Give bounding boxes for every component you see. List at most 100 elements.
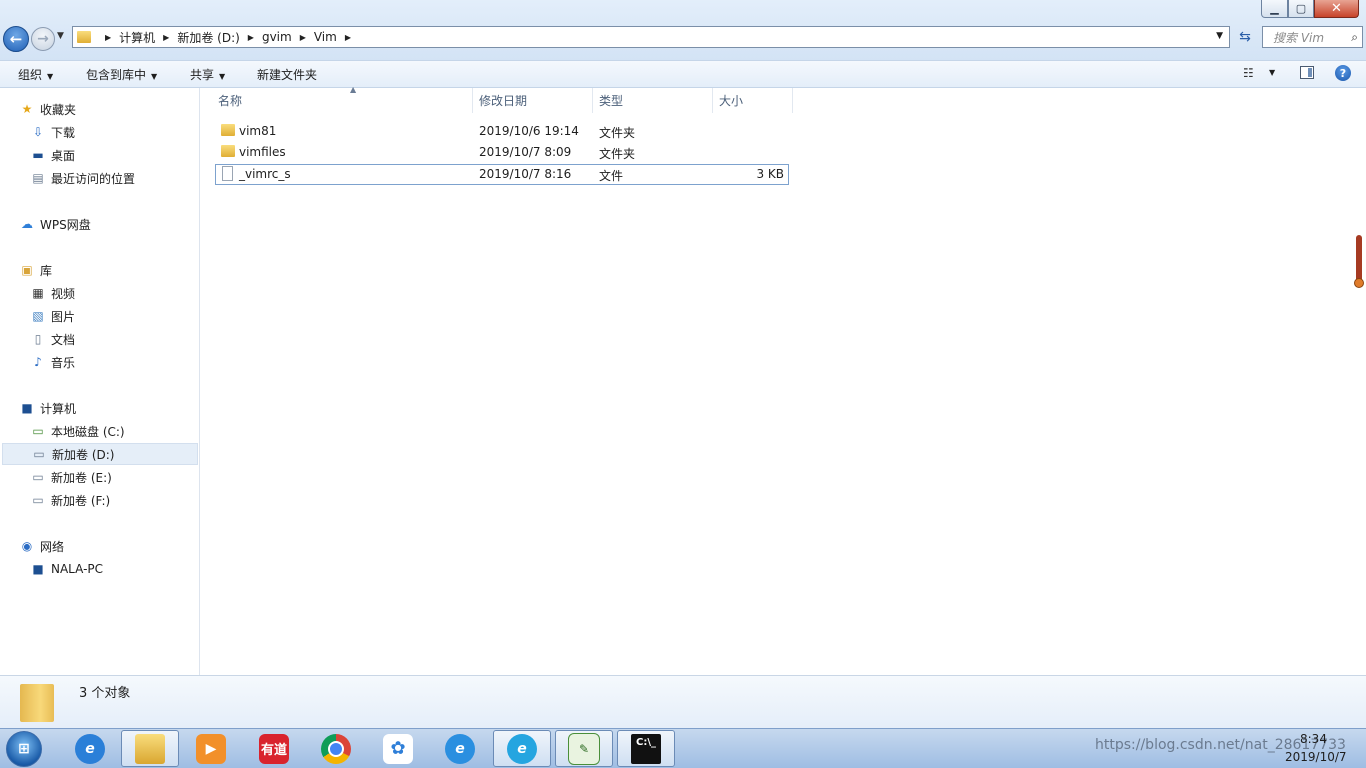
address-bar[interactable]: ▶ 计算机 ▶ 新加卷 (D:) ▶ gvim ▶ Vim ▶ ▼ [72, 26, 1230, 48]
chevron-right-icon[interactable]: ▶ [248, 33, 254, 42]
computer-icon: ■ [32, 562, 44, 576]
youdao-label: 有道 [260, 743, 287, 758]
organize-label: 组织 [18, 68, 43, 82]
file-row[interactable]: _vimrc_s 2019/10/7 8:16 文件 3 KB [215, 164, 789, 185]
nav-music[interactable]: ♪ 音乐 [30, 351, 75, 373]
star-icon: ★ [21, 102, 33, 116]
nav-label: 音乐 [51, 355, 76, 370]
chevron-down-icon[interactable]: ▼ [1269, 68, 1275, 77]
nav-drive-f[interactable]: ▭ 新加卷 (F:) [30, 489, 110, 511]
nav-computer[interactable]: ■ 计算机 [19, 397, 76, 419]
refresh-icon: ⇆ [1239, 29, 1251, 45]
search-input[interactable]: 搜索 Vim ⌕ [1262, 26, 1363, 48]
taskbar-media-player[interactable]: ▶ [182, 730, 240, 767]
breadcrumb-drive-d[interactable]: 新加卷 (D:) [177, 29, 239, 46]
nav-label: 新加卷 (E:) [51, 470, 112, 485]
search-icon[interactable]: ⌕ [1351, 30, 1358, 45]
nav-documents[interactable]: ▯ 文档 [30, 328, 75, 350]
share-label: 共享 [190, 68, 215, 82]
view-options-icon[interactable]: ☷ [1243, 66, 1254, 80]
taskbar-gvim[interactable]: ✎ [555, 730, 613, 767]
taskbar-youdao[interactable]: 有道 [245, 730, 303, 767]
nav-drive-e[interactable]: ▭ 新加卷 (E:) [30, 466, 112, 488]
file-type: 文件夹 [599, 126, 636, 140]
nav-recent-places[interactable]: ▤ 最近访问的位置 [30, 167, 135, 189]
address-history-dropdown[interactable]: ▼ [1216, 31, 1223, 41]
column-size[interactable]: 大小 [713, 88, 793, 113]
folder-icon [77, 31, 91, 43]
new-folder-button[interactable]: 新建文件夹 [257, 66, 317, 83]
taskbar-browser[interactable]: e [493, 730, 551, 767]
taskbar-baidu-netdisk[interactable]: ✿ [369, 730, 427, 767]
clock-date[interactable]: 2019/10/7 [1285, 750, 1347, 764]
sort-ascending-icon: ▲ [350, 85, 357, 94]
file-name: _vimrc_s [239, 167, 291, 181]
file-date: 2019/10/7 8:16 [479, 167, 572, 181]
download-folder-icon: ⇩ [32, 125, 44, 139]
file-name: vimfiles [239, 145, 286, 159]
nav-label: 文档 [51, 332, 76, 347]
back-button[interactable]: ← [3, 26, 29, 52]
scrollbar-knob[interactable] [1354, 278, 1364, 288]
nav-libraries[interactable]: ▣ 库 [19, 259, 52, 281]
taskbar-ie-alt[interactable]: e [431, 730, 489, 767]
chevron-right-icon[interactable]: ▶ [300, 33, 306, 42]
chevron-right-icon[interactable]: ▶ [345, 33, 351, 42]
clock-time[interactable]: 8:34 [1300, 732, 1327, 746]
maximize-button[interactable]: ▢ [1288, 0, 1314, 18]
nav-label: 库 [40, 263, 53, 278]
nav-label: NALA-PC [51, 562, 104, 576]
taskbar-chrome[interactable] [307, 730, 365, 767]
file-icon [222, 166, 233, 181]
chevron-right-icon[interactable]: ▶ [105, 33, 111, 42]
breadcrumb-gvim[interactable]: gvim [262, 30, 292, 44]
recent-locations-dropdown[interactable]: ▼ [57, 31, 64, 41]
nav-label: 计算机 [40, 401, 77, 416]
taskbar-explorer[interactable] [121, 730, 179, 767]
folder-icon [135, 733, 165, 764]
taskbar-internet-explorer[interactable]: e [61, 730, 119, 767]
close-button[interactable]: ✕ [1314, 0, 1359, 18]
nav-drive-d[interactable]: ▭ 新加卷 (D:) [2, 443, 198, 465]
column-name[interactable]: 名称 ▲ [212, 85, 473, 113]
nav-downloads[interactable]: ⇩ 下载 [30, 121, 75, 143]
include-in-library-button[interactable]: 包含到库中 ▼ [86, 66, 157, 83]
breadcrumb-vim[interactable]: Vim [314, 30, 337, 44]
nav-pictures[interactable]: ▧ 图片 [30, 305, 75, 327]
nav-nala-pc[interactable]: ■ NALA-PC [30, 558, 103, 580]
share-button[interactable]: 共享 ▼ [190, 66, 225, 83]
chevron-right-icon[interactable]: ▶ [163, 33, 169, 42]
forward-button[interactable]: → [31, 27, 55, 51]
nav-network[interactable]: ◉ 网络 [19, 535, 64, 557]
youdao-icon: 有道 [259, 733, 289, 764]
column-type[interactable]: 类型 [593, 88, 713, 113]
folder-icon [221, 145, 235, 157]
hard-drive-icon: ▭ [32, 493, 44, 507]
nav-favorites[interactable]: ★ 收藏夹 [19, 98, 76, 120]
nav-desktop[interactable]: ▬ 桌面 [30, 144, 75, 166]
minimize-button[interactable]: ▁ [1261, 0, 1288, 18]
nav-label: 新加卷 (F:) [51, 493, 111, 508]
nav-label: 新加卷 (D:) [52, 447, 115, 462]
internet-explorer-icon: e [75, 733, 105, 764]
refresh-button[interactable]: ⇆ [1234, 27, 1256, 47]
preview-pane-icon[interactable] [1300, 66, 1314, 79]
item-count: 3 个对象 [79, 686, 131, 701]
file-row[interactable]: vim81 2019/10/6 19:14 文件夹 [215, 121, 789, 142]
hard-drive-icon: ▭ [32, 470, 44, 484]
start-button[interactable]: ⊞ [6, 731, 42, 767]
column-date[interactable]: 修改日期 [473, 88, 593, 113]
nav-wps-cloud[interactable]: ☁ WPS网盘 [19, 213, 91, 235]
nav-drive-c[interactable]: ▭ 本地磁盘 (C:) [30, 420, 124, 442]
nav-videos[interactable]: ▦ 视频 [30, 282, 75, 304]
film-icon: ▦ [32, 286, 44, 300]
breadcrumb-computer[interactable]: 计算机 [119, 29, 155, 46]
file-row[interactable]: vimfiles 2019/10/7 8:09 文件夹 [215, 142, 789, 163]
taskbar-cmd[interactable]: C:\_ [617, 730, 675, 767]
cloud-icon: ☁ [21, 217, 33, 231]
organize-button[interactable]: 组织 ▼ [18, 66, 53, 83]
media-player-icon: ▶ [196, 733, 226, 764]
document-icon: ▯ [34, 332, 42, 346]
help-icon[interactable]: ? [1335, 65, 1351, 81]
system-drive-icon: ▭ [32, 424, 44, 438]
